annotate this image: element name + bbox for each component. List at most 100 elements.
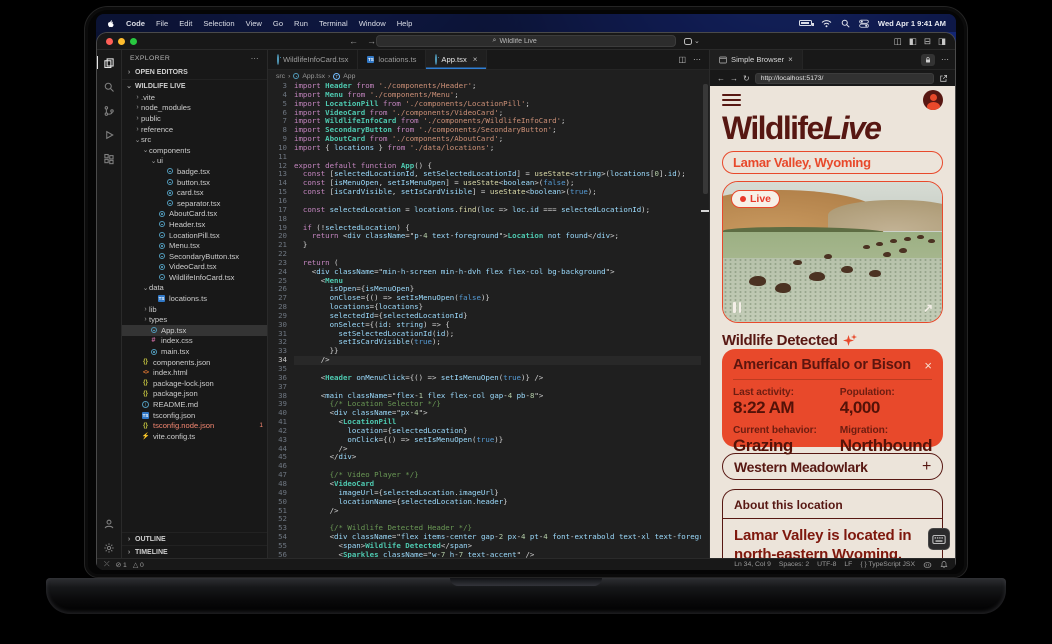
breadcrumb-item[interactable]: src (276, 73, 285, 80)
file-tree-item[interactable]: ⚡vite.config.ts (122, 431, 267, 442)
file-tree-item[interactable]: ›types (122, 314, 267, 325)
status-item[interactable]: Spaces: 2 (779, 561, 809, 568)
remote-indicator-icon[interactable]: ⤫ (104, 561, 109, 569)
breadcrumb-item[interactable]: App.tsx (302, 73, 325, 80)
menubar-clock[interactable]: Wed Apr 1 9:41 AM (878, 19, 946, 28)
outline-section[interactable]: › OUTLINE (122, 532, 267, 545)
breadcrumb[interactable]: src›App.tsx›TApp (268, 70, 709, 82)
file-tree-item[interactable]: Header.tsx (122, 219, 267, 230)
control-center-icon[interactable] (859, 19, 869, 28)
menu-item-view[interactable]: View (246, 19, 262, 28)
live-video-card[interactable]: Live ↗ (722, 181, 943, 323)
simple-browser-tab[interactable]: Simple Browser × (710, 50, 803, 69)
nav-forward-icon[interactable]: → (367, 36, 376, 46)
menu-item-help[interactable]: Help (397, 19, 413, 28)
location-pill[interactable]: Lamar Valley, Wyoming (722, 151, 943, 174)
file-tree-item[interactable]: TSlocations.ts (122, 293, 267, 304)
menu-item-edit[interactable]: Edit (179, 19, 192, 28)
timeline-section[interactable]: › TIMELINE (122, 545, 267, 558)
file-tree-item[interactable]: App.tsx (122, 325, 267, 336)
nav-back-icon[interactable]: ← (349, 36, 358, 46)
editor-tab-app.tsx[interactable]: App.tsx× (426, 50, 487, 69)
menu-item-go[interactable]: Go (273, 19, 283, 28)
browser-back-icon[interactable]: ← (717, 74, 725, 83)
file-tree-item[interactable]: ⌄ui (122, 156, 267, 167)
expand-icon[interactable]: ↗ (923, 301, 933, 315)
file-tree-item[interactable]: card.tsx (122, 187, 267, 198)
lock-button[interactable] (921, 54, 935, 66)
run-debug-icon[interactable] (103, 128, 116, 141)
pause-button[interactable] (733, 302, 741, 313)
code-editor[interactable]: 3456789101112131415161718192021222324252… (268, 82, 709, 558)
editor-scrollbar[interactable] (701, 82, 709, 558)
close-window-button[interactable] (106, 38, 113, 45)
file-tree-item[interactable]: TStsconfig.json (122, 410, 267, 421)
file-tree-item[interactable]: <>index.html (122, 367, 267, 378)
avatar[interactable] (923, 90, 943, 110)
minimize-window-button[interactable] (118, 38, 125, 45)
file-tree-item[interactable]: SecondaryButton.tsx (122, 251, 267, 262)
toggle-secondary-sidebar-icon[interactable]: ◨ (938, 36, 946, 47)
menu-item-window[interactable]: Window (359, 19, 386, 28)
breadcrumb-item[interactable]: App (343, 73, 355, 80)
project-root-section[interactable]: ⌄ WILDLIFE LIVE (122, 79, 267, 92)
file-tree-item[interactable]: ›.vite (122, 92, 267, 103)
file-tree-item[interactable]: WildlifeInfoCard.tsx (122, 272, 267, 283)
file-tree-item[interactable]: ⌄data (122, 283, 267, 294)
panel-more-icon[interactable]: ⋯ (941, 55, 949, 64)
toggle-bottom-panel-icon[interactable]: ⊟ (924, 36, 931, 47)
search-input[interactable] (499, 38, 559, 45)
file-tree-item[interactable]: ›public (122, 113, 267, 124)
file-tree-item[interactable]: ›reference (122, 124, 267, 135)
status-item[interactable]: UTF-8 (817, 561, 836, 568)
file-tree-item[interactable]: ⌄src (122, 134, 267, 145)
file-tree-item[interactable]: button.tsx (122, 177, 267, 188)
file-tree-item[interactable]: iREADME.md (122, 399, 267, 410)
open-editors-section[interactable]: › OPEN EDITORS (122, 66, 267, 79)
file-tree-item[interactable]: ›node_modules (122, 103, 267, 114)
file-tree-item[interactable]: separator.tsx (122, 198, 267, 209)
apple-logo-icon[interactable] (106, 18, 115, 29)
search-sidebar-icon[interactable] (103, 80, 116, 93)
file-tree-item[interactable]: ⌄components (122, 145, 267, 156)
problems-warnings[interactable]: △ 0 (133, 561, 144, 569)
account-icon[interactable] (103, 517, 116, 530)
status-item[interactable]: Ln 34, Col 9 (734, 561, 771, 568)
problems-errors[interactable]: ⊘ 1 (115, 561, 126, 569)
toggle-panel-icon-1[interactable]: ◫ (894, 36, 902, 47)
editor-more-icon[interactable]: ⋯ (693, 55, 701, 64)
browser-reload-icon[interactable]: ↻ (743, 74, 750, 83)
status-item[interactable]: LF (844, 561, 852, 568)
settings-gear-icon[interactable] (103, 541, 116, 554)
menu-item-run[interactable]: Run (294, 19, 308, 28)
file-tree-item[interactable]: LocationPill.tsx (122, 230, 267, 241)
file-tree-item[interactable]: {}components.json (122, 357, 267, 368)
file-tree-item[interactable]: Menu.tsx (122, 240, 267, 251)
source-control-icon[interactable] (103, 104, 116, 117)
url-input[interactable] (755, 73, 934, 84)
close-tab-icon[interactable]: × (788, 55, 793, 64)
wifi-icon[interactable] (821, 19, 832, 28)
copilot-menu[interactable]: ⌄ (684, 37, 700, 45)
file-tree-item[interactable]: #index.css (122, 336, 267, 347)
keyboard-button[interactable] (928, 528, 950, 550)
file-tree-item[interactable]: {}tsconfig.node.json1 (122, 420, 267, 431)
file-tree-item[interactable]: badge.tsx (122, 166, 267, 177)
status-item[interactable]: { } TypeScript JSX (860, 561, 915, 568)
editor-tab-wildlifeinfocard.tsx[interactable]: WildlifeInfoCard.tsx (268, 50, 358, 69)
extensions-icon[interactable] (103, 152, 116, 165)
split-editor-icon[interactable]: ◫ (678, 55, 686, 64)
file-tree-item[interactable]: {}package-lock.json (122, 378, 267, 389)
secondary-species-button[interactable]: Western Meadowlark + (722, 453, 943, 480)
menu-item-terminal[interactable]: Terminal (319, 19, 348, 28)
spotlight-search-icon[interactable] (841, 19, 850, 28)
file-tree-item[interactable]: AboutCard.tsx (122, 209, 267, 220)
zoom-window-button[interactable] (130, 38, 137, 45)
explorer-more-icon[interactable]: ⋯ (251, 54, 259, 63)
close-card-icon[interactable]: × (924, 359, 932, 372)
close-tab-icon[interactable]: × (473, 55, 478, 64)
menu-hamburger-icon[interactable] (722, 94, 741, 106)
menu-item-code[interactable]: Code (126, 19, 145, 28)
file-tree-item[interactable]: VideoCard.tsx (122, 262, 267, 273)
code-content[interactable]: import Header from './components/Header'… (294, 82, 701, 558)
